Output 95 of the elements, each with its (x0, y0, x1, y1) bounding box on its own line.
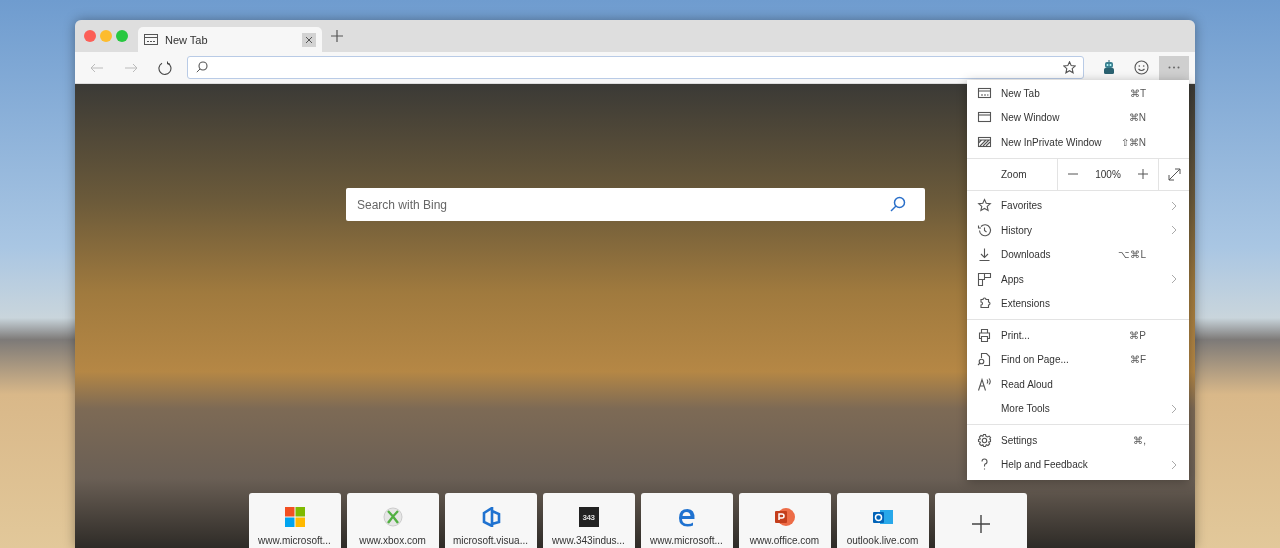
top-site-tile[interactable]: outlook.live.com (836, 493, 929, 548)
extension-button[interactable] (1102, 60, 1116, 75)
shortcut-text: ⇧⌘N (1120, 136, 1146, 148)
shortcut-text: ⌘F (1129, 354, 1146, 366)
refresh-button[interactable] (156, 59, 173, 76)
tab-title: New Tab (165, 33, 209, 46)
site-label: outlook.live.com (846, 535, 919, 546)
menu-item-label: Print... (1001, 329, 1031, 341)
find-page-icon (977, 352, 992, 368)
search-icon (890, 196, 906, 212)
menu-item-label: Apps (1001, 273, 1025, 285)
read-aloud-icon (977, 376, 992, 392)
shortcut-text: ⌘N (1128, 112, 1146, 124)
windows-logo-icon (284, 507, 305, 527)
site-label: www.microsoft... (258, 535, 331, 546)
menu-item-label: Settings (1001, 434, 1039, 446)
menu-item[interactable]: Help and Feedback (967, 452, 1189, 477)
plus-icon (971, 515, 990, 533)
site-label: www.xbox.com (359, 535, 426, 546)
close-icon (305, 35, 313, 44)
menu-item[interactable]: Settings ⌘, (967, 428, 1189, 453)
menu-item[interactable]: History (967, 218, 1189, 243)
printer-icon (977, 327, 992, 343)
refresh-icon (157, 60, 172, 75)
logo-text: 343 (578, 507, 599, 527)
apps-grid-icon (977, 271, 992, 287)
menu-item-label: More Tools (1001, 403, 1051, 415)
site-label: microsoft.visua... (453, 535, 528, 546)
top-site-tile[interactable]: www.xbox.com (346, 493, 439, 548)
search-field[interactable]: Search with Bing (346, 188, 925, 221)
menu-item-label: Extensions (1001, 298, 1051, 310)
plus-icon (331, 30, 343, 42)
history-clock-icon (977, 222, 992, 238)
private-window-icon (977, 134, 992, 150)
x-ball-icon (382, 507, 403, 527)
tab-page-icon (144, 34, 158, 45)
top-site-tile[interactable]: microsoft.visua... (444, 493, 537, 548)
menu-item[interactable]: New InPrivate Window ⇧⌘N (967, 130, 1189, 155)
menu-item-label: Favorites (1001, 200, 1044, 212)
menu-item-label: New Window (1001, 112, 1061, 124)
site-label: www.microsoft... (650, 535, 723, 546)
gear-icon (977, 432, 992, 448)
tab-page-icon (977, 85, 992, 101)
menu-item[interactable]: More Tools (967, 396, 1189, 421)
envelope-o-icon (871, 507, 894, 527)
star-icon (1063, 61, 1076, 74)
menu-item[interactable]: Apps (967, 267, 1189, 292)
shortcut-text: ⌥⌘L (1118, 249, 1146, 261)
minimize-window-button[interactable] (100, 30, 112, 42)
menu-item-label: Read Aloud (1001, 378, 1054, 390)
menu-item[interactable]: Downloads ⌥⌘L (967, 242, 1189, 267)
smiley-icon (1134, 60, 1149, 75)
zoom-level: 100% (1095, 168, 1121, 180)
top-site-tile[interactable]: 343 www.343indus... (542, 493, 635, 548)
zoom-label: Zoom (1000, 168, 1028, 180)
menu-item[interactable]: Extensions (967, 291, 1189, 316)
menu-item-label: New Tab (1001, 87, 1041, 99)
plus-icon (1137, 169, 1148, 179)
menu-item-label: New InPrivate Window (1001, 136, 1103, 148)
maximize-window-button[interactable] (116, 30, 128, 42)
shortcut-text: ⌘P (1129, 329, 1146, 341)
forward-arrow-icon (123, 62, 138, 73)
menu-item[interactable]: Find on Page... ⌘F (967, 347, 1189, 372)
menu-item-label: Downloads (1001, 249, 1052, 261)
close-tab-button[interactable] (302, 32, 316, 47)
menu-item-label: History (1001, 224, 1034, 236)
top-site-tile[interactable]: www.office.com (738, 493, 831, 548)
new-tab-button[interactable] (331, 30, 343, 42)
menu-item-label: Find on Page... (1001, 354, 1070, 366)
browser-tab[interactable]: New Tab (138, 27, 322, 52)
e-logo-icon (676, 507, 697, 527)
menu-item[interactable]: New Window ⌘N (967, 105, 1189, 130)
site-label: www.343indus... (552, 535, 625, 546)
diagonal-arrows-icon (1167, 167, 1181, 181)
more-icon (1168, 66, 1180, 69)
menu-item[interactable]: Read Aloud (967, 372, 1189, 397)
shortcut-text: ⌘, (1133, 434, 1146, 446)
add-site-tile[interactable] (934, 493, 1027, 548)
robot-icon (1102, 60, 1116, 75)
feedback-button[interactable] (1134, 60, 1149, 75)
menu-item[interactable]: New Tab ⌘T (967, 81, 1189, 106)
menu-item[interactable]: Print... ⌘P (967, 323, 1189, 348)
address-bar[interactable] (187, 56, 1084, 79)
star-icon (977, 198, 992, 214)
site-label: www.office.com (749, 535, 820, 546)
menu-item[interactable]: Favorites (967, 193, 1189, 218)
back-arrow-icon (89, 62, 104, 73)
download-icon (977, 247, 992, 263)
top-site-tile[interactable]: www.microsoft... (640, 493, 733, 548)
more-button[interactable] (1159, 55, 1189, 80)
shortcut-text: ⌘T (1129, 87, 1146, 99)
menu-item-label: Help and Feedback (1001, 459, 1089, 471)
p-logo-icon (773, 507, 796, 527)
close-window-button[interactable] (84, 30, 96, 42)
top-site-tile[interactable]: www.microsoft... (248, 493, 341, 548)
